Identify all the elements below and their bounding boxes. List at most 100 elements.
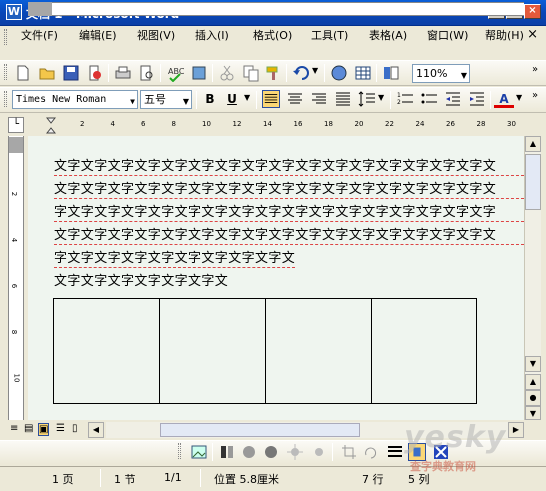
less-brightness-icon[interactable] [310, 443, 328, 461]
previous-page-icon[interactable]: ▲ [525, 374, 541, 390]
line-spacing-dropdown-icon[interactable]: ▼ [378, 93, 384, 102]
reading-view-icon[interactable]: ▯ [72, 423, 78, 434]
horizontal-scroll-thumb[interactable] [160, 423, 360, 437]
paragraph-line[interactable]: 文字文字文字文字文字文字文字文字文字文字文字文字文字文字文字文字文 [54, 181, 524, 199]
menu-file[interactable]: 文件(F) [16, 27, 63, 45]
menu-grip[interactable] [4, 29, 7, 45]
scroll-left-icon[interactable]: ◀ [88, 422, 104, 438]
indent-marker-icon[interactable] [46, 117, 56, 135]
font-color-dropdown-icon[interactable]: ▼ [516, 93, 522, 102]
increase-indent-icon[interactable] [468, 90, 486, 108]
table-cell[interactable] [265, 298, 372, 404]
toolbar-grip[interactable] [4, 64, 7, 80]
chevron-down-icon[interactable]: ▼ [461, 67, 467, 84]
toolbar-options-icon[interactable]: » [532, 90, 538, 101]
select-browse-object-icon[interactable]: ● [525, 390, 541, 406]
table-cell[interactable] [159, 298, 266, 404]
toolbar-grip[interactable] [4, 91, 7, 107]
table-cell[interactable] [53, 298, 160, 404]
align-justify-icon[interactable] [262, 90, 280, 108]
menu-edit[interactable]: 编辑(E) [74, 27, 122, 45]
paragraph-line[interactable]: 文字文字文字文字文字文字文字文字文字文字文字文字文字文字文字文字文 [54, 158, 524, 176]
spelling-icon[interactable]: ABC [166, 64, 184, 82]
word-app-icon[interactable]: W [6, 4, 22, 20]
line-spacing-icon[interactable] [358, 90, 376, 108]
underline-button[interactable]: U [222, 90, 242, 108]
ruler-margin [28, 2, 52, 16]
print-icon[interactable] [114, 64, 132, 82]
toolbar-separator [212, 443, 213, 461]
ruler-tick-label: 12 [232, 120, 242, 128]
align-right-icon[interactable] [310, 90, 328, 108]
underline-dropdown-icon[interactable]: ▼ [244, 93, 250, 102]
paragraph-line[interactable]: 文字文字文字文字文字文字文字文字文字文字文字文字文字文字文字文字文 [54, 227, 524, 245]
next-page-icon[interactable]: ▼ [525, 406, 541, 420]
paragraph-line[interactable]: 文字文字文字文字文字文字文 [54, 273, 228, 290]
undo-icon[interactable] [292, 64, 310, 82]
paragraph-line[interactable]: 字文字文字文字文字文字文字文字文字文字文字文字文字文字文字文字文字 [54, 204, 524, 222]
web-view-icon[interactable]: ▤ [24, 423, 33, 434]
crop-icon[interactable] [340, 443, 358, 461]
hyperlink-icon[interactable] [330, 64, 348, 82]
toolbar-grip[interactable] [178, 443, 181, 459]
research-icon[interactable] [190, 64, 208, 82]
vertical-ruler-tick-label: 4 [10, 237, 19, 243]
undo-dropdown-icon[interactable]: ▼ [312, 66, 318, 75]
tab-selector-icon[interactable]: └ [8, 117, 24, 133]
new-document-icon[interactable] [14, 64, 32, 82]
align-center-icon[interactable] [286, 90, 304, 108]
horizontal-ruler[interactable] [28, 2, 524, 16]
menu-format[interactable]: 格式(O) [248, 27, 297, 45]
scroll-right-icon[interactable]: ▶ [508, 422, 524, 438]
scroll-thumb[interactable] [525, 154, 541, 210]
distributed-align-icon[interactable] [334, 90, 352, 108]
print-view-icon[interactable]: ▣ [38, 423, 50, 436]
menu-insert[interactable]: 插入(I) [190, 27, 234, 45]
document-close-icon[interactable]: × [527, 27, 538, 42]
decrease-indent-icon[interactable] [444, 90, 462, 108]
bold-button[interactable]: B [200, 90, 220, 108]
paragraph-line[interactable]: 字文字文字文字文字文字文字文字文字文 [54, 250, 296, 268]
insert-picture-icon[interactable] [190, 443, 208, 461]
close-button[interactable]: × [524, 4, 541, 19]
insert-table-icon[interactable] [354, 64, 372, 82]
fill-color-icon[interactable] [218, 443, 236, 461]
numbering-icon[interactable]: 12 [396, 90, 414, 108]
cut-icon[interactable] [218, 64, 236, 82]
more-brightness-icon[interactable] [286, 443, 304, 461]
menu-tools[interactable]: 工具(T) [306, 27, 353, 45]
toolbar-separator [108, 64, 109, 82]
table-cell[interactable] [371, 298, 477, 404]
outline-view-icon[interactable]: ☰ [56, 423, 65, 434]
document-page[interactable]: 文字文字文字文字文字文字文字文字文字文字文字文字文字文字文字文字文 文字文字文字… [28, 136, 524, 420]
zoom-combo[interactable]: 110% ▼ [412, 64, 470, 83]
vertical-scrollbar[interactable]: ▲ ▼ ▲ ● ▼ [524, 136, 541, 420]
font-size-combo[interactable]: 五号 ▼ [140, 90, 192, 109]
menu-window[interactable]: 窗口(W) [422, 27, 473, 45]
vertical-ruler-tick-label: 6 [10, 283, 19, 289]
scroll-up-icon[interactable]: ▲ [525, 136, 541, 152]
line-style-icon[interactable] [386, 443, 404, 461]
copy-icon[interactable] [242, 64, 260, 82]
font-name-combo[interactable]: Times New Roman ▼ [12, 90, 138, 109]
menu-table[interactable]: 表格(A) [364, 27, 412, 45]
open-folder-icon[interactable] [38, 64, 56, 82]
contrast-icon[interactable] [240, 443, 258, 461]
toolbar-options-icon[interactable]: » [532, 64, 538, 75]
font-color-button[interactable]: A [494, 90, 514, 108]
scroll-down-icon[interactable]: ▼ [525, 356, 541, 372]
permission-icon[interactable] [86, 64, 104, 82]
print-preview-icon[interactable] [138, 64, 156, 82]
format-painter-icon[interactable] [264, 64, 282, 82]
brightness-icon[interactable] [262, 443, 280, 461]
chevron-down-icon[interactable]: ▼ [130, 93, 135, 110]
normal-view-icon[interactable]: ≡ [10, 423, 18, 434]
bullets-icon[interactable] [420, 90, 438, 108]
save-icon[interactable] [62, 64, 80, 82]
document-map-icon[interactable] [382, 64, 400, 82]
toolbar-separator [390, 91, 391, 109]
menu-view[interactable]: 视图(V) [132, 27, 180, 45]
chevron-down-icon[interactable]: ▼ [183, 93, 189, 110]
menu-help[interactable]: 帮助(H) [480, 27, 529, 45]
rotate-icon[interactable] [362, 443, 380, 461]
